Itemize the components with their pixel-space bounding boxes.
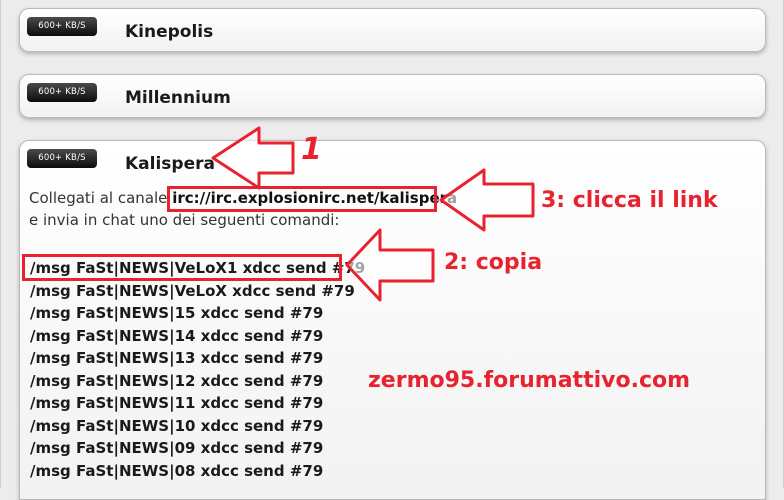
speed-badge: 600+ KB/S (27, 83, 97, 102)
command-line[interactable]: /msg FaSt|NEWS|10 xdcc send #79 (30, 417, 323, 435)
instruction-line-2: e invia in chat uno dei seguenti comandi… (29, 211, 340, 229)
server-panel-millennium[interactable]: 600+ KB/S Millennium (19, 74, 766, 118)
command-line[interactable]: /msg FaSt|NEWS|12 xdcc send #79 (30, 372, 323, 390)
server-panel-kinepolis[interactable]: 600+ KB/S Kinepolis (19, 8, 766, 52)
speed-badge: 600+ KB/S (27, 17, 97, 36)
speed-badge: 600+ KB/S (27, 149, 97, 168)
command-line[interactable]: /msg FaSt|NEWS|09 xdcc send #79 (30, 439, 323, 457)
annotation-step-1: 1 (301, 132, 322, 167)
server-title: Millennium (125, 88, 231, 108)
command-highlight-box (22, 254, 342, 281)
annotation-step-2: 2: copia (444, 250, 543, 275)
annotation-step-3: 3: clicca il link (541, 188, 718, 213)
command-line[interactable]: /msg FaSt|NEWS|11 xdcc send #79 (30, 394, 323, 412)
server-title: Kalispera (125, 154, 215, 174)
page-frame: 600+ KB/S Kinepolis 600+ KB/S Millennium… (0, 0, 784, 500)
command-line[interactable]: /msg FaSt|NEWS|08 xdcc send #79 (30, 462, 323, 480)
instruction-prefix: Collegati al canale (29, 189, 168, 207)
command-line[interactable]: /msg FaSt|NEWS|14 xdcc send #79 (30, 327, 323, 345)
server-title: Kinepolis (125, 22, 214, 42)
watermark-text: zermo95.forumattivo.com (368, 368, 691, 393)
command-line[interactable]: /msg FaSt|NEWS|13 xdcc send #79 (30, 349, 323, 367)
command-line[interactable]: /msg FaSt|NEWS|15 xdcc send #79 (30, 304, 323, 322)
link-highlight-box (167, 186, 437, 212)
command-line[interactable]: /msg FaSt|NEWS|VeLoX xdcc send #79 (30, 282, 355, 300)
